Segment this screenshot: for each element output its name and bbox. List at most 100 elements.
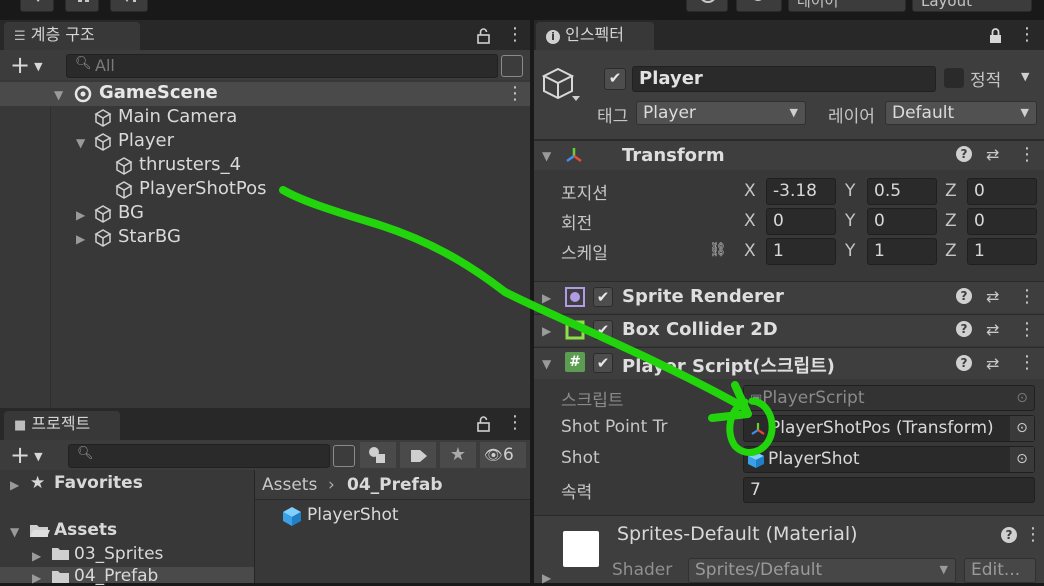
presets-icon[interactable]: ⇄ [986,145,999,164]
search-toolbar-button[interactable] [736,0,782,12]
play-button[interactable] [20,0,54,12]
presets-icon[interactable]: ⇄ [986,287,999,306]
breadcrumb-root[interactable]: Assets [262,475,317,495]
asset-item-playershot[interactable]: PlayerShot [307,505,399,525]
object-picker-icon[interactable]: ⊙ [1010,447,1034,472]
scene-menu-icon[interactable]: ⋮ [506,83,524,104]
rotation-y-field[interactable]: 0 [867,208,937,235]
help-icon[interactable]: ? [956,288,972,304]
filter-label-button[interactable] [400,442,436,468]
help-icon[interactable]: ? [1001,527,1017,543]
lock-icon[interactable] [474,26,494,46]
layout-dropdown[interactable]: Layout [912,0,1032,12]
rotation-x-axis-label[interactable]: X [744,211,756,231]
component-menu-icon[interactable]: ⋮ [1018,144,1036,165]
hidden-packages-button[interactable]: 👁︎6 [480,442,526,468]
scale-y-field[interactable]: 1 [867,238,937,265]
unlinked-scale-icon[interactable]: ⛓ [709,242,727,258]
scale-x-field[interactable]: 1 [766,238,836,265]
presets-icon[interactable]: ⇄ [986,354,999,373]
tree-item-main-camera[interactable]: Main Camera [0,106,530,130]
rotation-z-axis-label[interactable]: Z [945,211,957,231]
transform-foldout-icon[interactable]: ▼ [542,149,551,163]
position-x-field[interactable]: -3.18 [766,178,836,205]
favorite-star-button[interactable]: ★ [440,442,476,468]
tab-hierarchy[interactable]: ☰ 계층 구조 [4,22,140,50]
layers-dropdown[interactable]: 레이어 [788,0,906,12]
active-checkbox[interactable]: ✔ [604,68,626,90]
folder-foldout-icon[interactable]: ▶ [32,549,41,563]
scale-y-axis-label[interactable]: Y [845,241,855,261]
lock-icon[interactable] [474,414,494,434]
tree-item-thrusters[interactable]: thrusters_4 [0,154,530,178]
position-y-axis-label[interactable]: Y [845,181,855,201]
pause-button[interactable] [65,0,99,12]
collapsed-foldout-icon[interactable]: ▶ [76,232,85,246]
tree-item-player[interactable]: ▼ Player [0,130,530,154]
scale-x-axis-label[interactable]: X [744,241,756,261]
sprite-renderer-enabled-checkbox[interactable]: ✔ [593,287,613,307]
help-icon[interactable]: ? [956,321,972,337]
tab-project[interactable]: ■ 프로젝트 [4,411,120,440]
assets-foldout-icon[interactable]: ▼ [10,525,19,539]
history-button[interactable] [686,0,728,12]
project-menu-icon[interactable]: ⋮ [506,412,524,433]
position-z-axis-label[interactable]: Z [945,181,957,201]
shot-point-object-field[interactable]: PlayerShotPos (Transform) ⊙ [743,415,1035,442]
scene-foldout-icon[interactable]: ▼ [54,88,63,102]
search-options-icon[interactable] [501,55,523,77]
help-icon[interactable]: ? [956,355,972,371]
hierarchy-menu-icon[interactable]: ⋮ [506,24,524,45]
tree-item-playershotpos[interactable]: PlayerShotPos [0,178,530,202]
material-menu-icon[interactable]: ⋮ [1024,524,1042,545]
tag-dropdown[interactable]: Player ▼ [636,101,806,125]
sprite-renderer-foldout-icon[interactable]: ▶ [542,291,551,305]
position-y-field[interactable]: 0.5 [867,178,937,205]
presets-icon[interactable]: ⇄ [986,320,999,339]
layer-dropdown[interactable]: Default ▼ [885,101,1037,125]
rotation-x-field[interactable]: 0 [766,208,836,235]
shader-edit-button[interactable]: Edit... [964,558,1036,583]
search-options-icon[interactable] [333,445,355,467]
hierarchy-search-input[interactable]: 🔍︎ All [66,54,498,78]
position-x-axis-label[interactable]: X [744,181,756,201]
collapsed-foldout-icon[interactable]: ▶ [76,208,85,222]
static-dropdown-icon[interactable]: ▼ [1021,70,1029,83]
favorites-foldout-icon[interactable]: ▶ [10,478,19,492]
object-name-field[interactable]: Player [632,66,936,92]
tree-item-starbg[interactable]: ▶ StarBG [0,226,530,250]
shader-dropdown[interactable]: Sprites/Default ▼ [688,558,956,583]
component-menu-icon[interactable]: ⋮ [1018,286,1036,307]
step-button[interactable] [110,0,148,12]
speed-field[interactable]: 7 [743,477,1035,503]
static-checkbox[interactable] [944,68,964,88]
folder-item-prefab[interactable]: 04_Prefab [74,566,158,586]
assets-label[interactable]: Assets [54,520,117,540]
scale-z-field[interactable]: 1 [967,238,1037,265]
breadcrumb-current[interactable]: 04_Prefab [347,475,443,495]
player-script-foldout-icon[interactable]: ▼ [542,357,551,371]
tab-inspector[interactable]: i 인스펙터 [536,22,654,50]
rotation-y-axis-label[interactable]: Y [845,211,855,231]
inspector-menu-icon[interactable]: ⋮ [1018,24,1036,45]
create-asset-button[interactable]: + ▼ [10,441,43,469]
shot-object-field[interactable]: PlayerShot ⊙ [743,446,1035,473]
folder-item-sprites[interactable]: 03_Sprites [74,544,163,564]
tree-item-bg[interactable]: ▶ BG [0,202,530,226]
scale-z-axis-label[interactable]: Z [945,241,957,261]
favorites-label[interactable]: Favorites [54,473,143,493]
component-menu-icon[interactable]: ⋮ [1018,352,1036,373]
rotation-z-field[interactable]: 0 [967,208,1037,235]
lock-icon[interactable] [986,26,1006,46]
expanded-foldout-icon[interactable]: ▼ [76,136,85,150]
add-object-button[interactable]: + ▼ [10,51,43,79]
position-z-field[interactable]: 0 [967,178,1037,205]
filter-type-button[interactable] [360,442,396,468]
help-icon[interactable]: ? [956,146,972,162]
project-search-input[interactable]: 🔍︎ [68,444,330,468]
box-collider-enabled-checkbox[interactable]: ✔ [593,320,613,340]
object-picker-icon[interactable]: ⊙ [1010,416,1034,441]
player-script-enabled-checkbox[interactable]: ✔ [593,353,613,373]
box-collider-foldout-icon[interactable]: ▶ [542,324,551,338]
component-menu-icon[interactable]: ⋮ [1018,319,1036,340]
